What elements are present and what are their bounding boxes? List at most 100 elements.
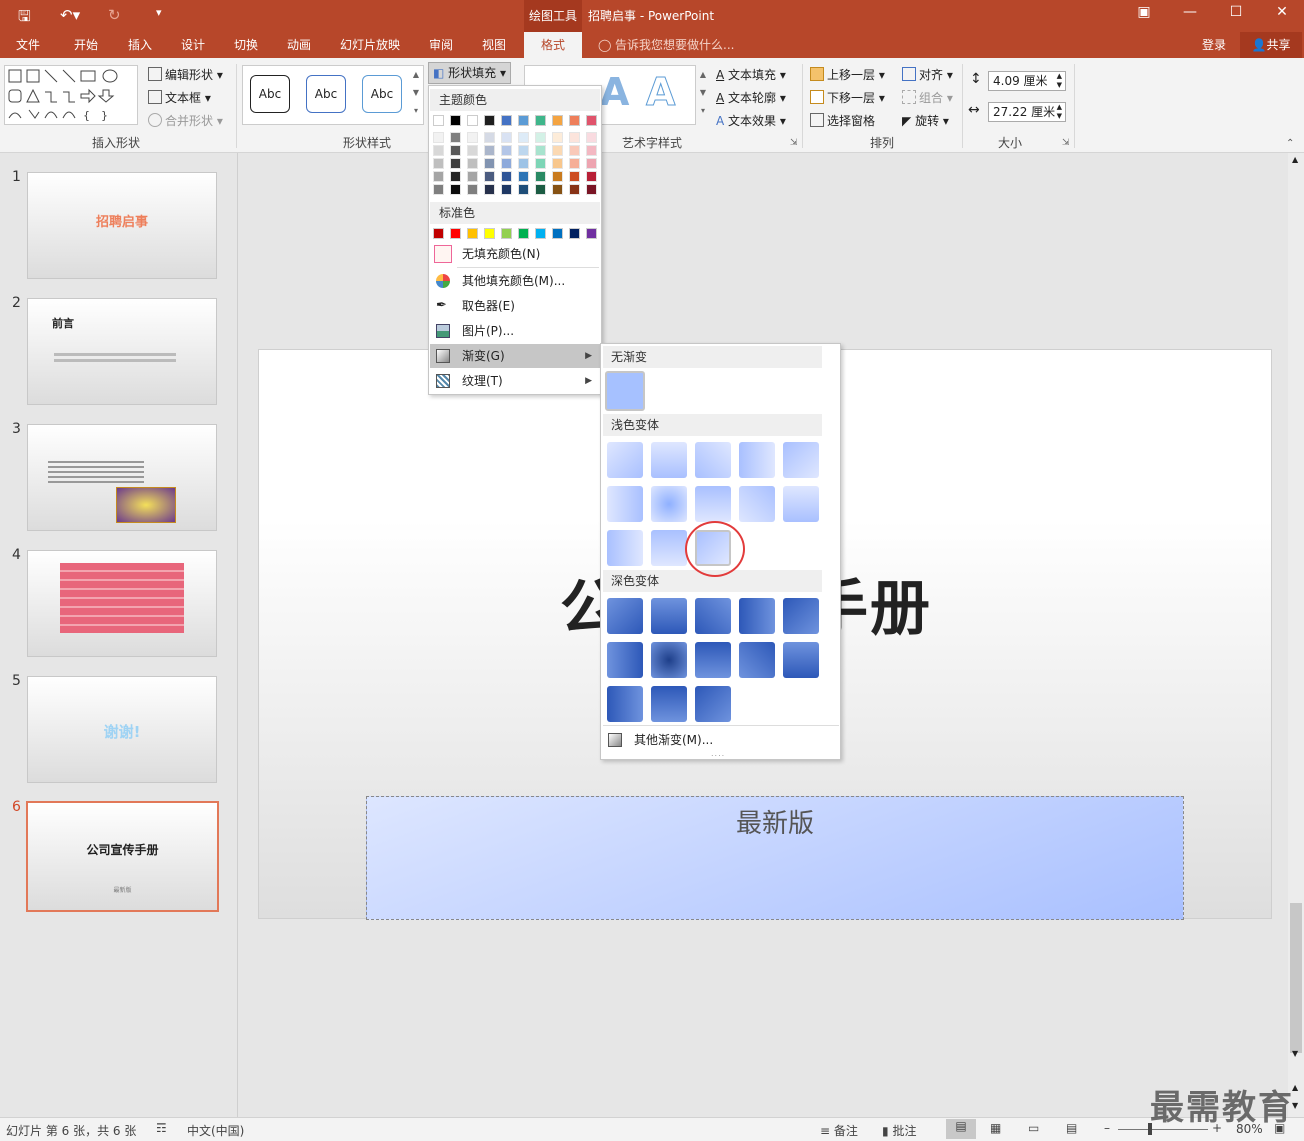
no-gradient-swatch[interactable] — [605, 371, 645, 411]
theme-color-swatch[interactable] — [552, 158, 563, 169]
theme-color-swatch[interactable] — [518, 158, 529, 169]
theme-color-swatch[interactable] — [535, 158, 546, 169]
dark-gradient-swatch[interactable] — [695, 686, 731, 722]
shape-icons[interactable]: {} — [5, 66, 139, 126]
texture-item[interactable]: 纹理(T) ▶ — [430, 369, 600, 393]
tab-design[interactable]: 设计 — [181, 32, 205, 58]
wordart-style-sample-2[interactable]: A — [600, 72, 629, 112]
minimize-icon[interactable]: — — [1178, 4, 1202, 20]
theme-color-swatch[interactable] — [450, 145, 461, 156]
dark-gradient-swatch[interactable] — [783, 642, 819, 678]
theme-color-swatch[interactable] — [484, 132, 495, 143]
text-outline-button[interactable]: A 文本轮廓 ▾ — [716, 89, 786, 106]
eyedropper-item[interactable]: ✒ 取色器(E) — [430, 294, 600, 318]
light-gradient-swatch[interactable] — [739, 442, 775, 478]
theme-color-swatch[interactable] — [518, 115, 529, 126]
theme-color-swatch[interactable] — [433, 158, 444, 169]
theme-color-swatch[interactable] — [467, 145, 478, 156]
theme-color-swatch[interactable] — [518, 184, 529, 195]
notes-button[interactable]: ≡ 备注 — [820, 1122, 858, 1139]
language-indicator[interactable]: 中文(中国) — [187, 1122, 244, 1139]
gallery-scroll[interactable]: ▲ ▼ ▾ — [410, 66, 422, 124]
share-button[interactable]: 👤共享 — [1240, 32, 1302, 58]
standard-color-swatch[interactable] — [501, 228, 512, 239]
theme-color-swatch[interactable] — [467, 184, 478, 195]
spinner-arrows[interactable]: ▲ ▼ — [1057, 72, 1062, 90]
wordart-scroll[interactable]: ▲ ▼ ▾ — [697, 66, 709, 124]
merge-shapes-button[interactable]: 合并形状 ▾ — [148, 112, 223, 129]
theme-color-swatch[interactable] — [433, 171, 444, 182]
theme-color-swatch[interactable] — [586, 184, 597, 195]
light-gradient-swatch[interactable] — [695, 486, 731, 522]
light-gradient-swatch[interactable] — [651, 530, 687, 566]
tab-review[interactable]: 审阅 — [429, 32, 453, 58]
close-icon[interactable]: ✕ — [1270, 4, 1294, 20]
standard-color-swatch[interactable] — [450, 228, 461, 239]
theme-color-swatch[interactable] — [484, 145, 495, 156]
dark-gradient-swatch[interactable] — [739, 598, 775, 634]
scroll-up-icon[interactable]: ▲ — [1292, 155, 1298, 164]
subtitle-placeholder[interactable]: 最新版 — [366, 796, 1184, 920]
light-gradient-swatch[interactable] — [695, 442, 731, 478]
more-fill-colors-item[interactable]: 其他填充颜色(M)... — [430, 269, 600, 293]
standard-color-swatch[interactable] — [467, 228, 478, 239]
theme-color-swatch[interactable] — [433, 132, 444, 143]
tab-animations[interactable]: 动画 — [287, 32, 311, 58]
align-button[interactable]: 对齐 ▾ — [902, 66, 953, 83]
theme-color-swatch[interactable] — [501, 132, 512, 143]
zoom-slider[interactable] — [1118, 1129, 1208, 1130]
dialog-launcher-icon[interactable]: ⇲ — [790, 138, 798, 148]
standard-color-swatch[interactable] — [586, 228, 597, 239]
theme-color-swatch[interactable] — [569, 132, 580, 143]
light-gradient-swatch[interactable] — [607, 486, 643, 522]
tab-slideshow[interactable]: 幻灯片放映 — [340, 32, 400, 58]
ribbon-display-icon[interactable]: ▣ — [1132, 4, 1156, 20]
theme-color-swatch[interactable] — [552, 184, 563, 195]
standard-color-swatch[interactable] — [569, 228, 580, 239]
slide-thumbnail-4[interactable] — [27, 550, 217, 657]
spinner-arrows[interactable]: ▲ ▼ — [1057, 103, 1062, 121]
edit-shape-button[interactable]: 编辑形状 ▾ — [148, 66, 223, 83]
bring-forward-button[interactable]: 上移一层 ▾ — [810, 66, 885, 83]
shape-gallery[interactable]: {} — [4, 65, 138, 125]
redo-icon[interactable]: ↻ — [108, 6, 121, 24]
theme-color-swatch[interactable] — [484, 171, 495, 182]
slide-thumbnail-1[interactable]: 招聘启事 — [27, 172, 217, 279]
selection-pane-button[interactable]: 选择窗格 — [810, 112, 875, 129]
theme-color-swatch[interactable] — [535, 145, 546, 156]
text-effects-button[interactable]: A 文本效果 ▾ — [716, 112, 786, 129]
dark-gradient-swatch[interactable] — [695, 642, 731, 678]
slide-thumbnail-6[interactable]: 公司宣传手册 最新版 — [26, 801, 219, 912]
shape-style-3[interactable]: Abc — [362, 75, 402, 113]
light-gradient-swatch[interactable] — [607, 530, 643, 566]
shape-height-input[interactable]: 4.09 厘米 ▲ ▼ — [988, 71, 1066, 91]
light-gradient-swatch[interactable] — [607, 442, 643, 478]
send-backward-button[interactable]: 下移一层 ▾ — [810, 89, 885, 106]
slide-thumbnail-3[interactable] — [27, 424, 217, 531]
theme-color-swatch[interactable] — [501, 158, 512, 169]
theme-color-swatch[interactable] — [467, 132, 478, 143]
theme-color-swatch[interactable] — [552, 115, 563, 126]
theme-color-swatch[interactable] — [569, 184, 580, 195]
light-gradient-swatch[interactable] — [651, 442, 687, 478]
scroll-thumb[interactable] — [1290, 903, 1302, 1053]
slideshow-icon[interactable]: ▤ — [1066, 1121, 1077, 1135]
theme-color-swatch[interactable] — [501, 184, 512, 195]
dark-gradient-swatch[interactable] — [695, 598, 731, 634]
dark-gradient-swatch[interactable] — [783, 598, 819, 634]
wordart-style-sample[interactable]: A — [645, 72, 675, 113]
tell-me-search[interactable]: 告诉我您想要做什么... — [615, 32, 734, 58]
theme-color-swatch[interactable] — [518, 171, 529, 182]
theme-color-swatch[interactable] — [433, 115, 444, 126]
theme-color-swatch[interactable] — [586, 158, 597, 169]
theme-color-swatch[interactable] — [552, 132, 563, 143]
theme-color-swatch[interactable] — [467, 158, 478, 169]
undo-icon[interactable]: ↶▾ — [60, 6, 80, 24]
gradient-item[interactable]: 渐变(G) ▶ — [430, 344, 600, 368]
theme-color-swatch[interactable] — [535, 184, 546, 195]
standard-color-swatch[interactable] — [535, 228, 546, 239]
size-dialog-launcher-icon[interactable]: ⇲ — [1062, 138, 1070, 148]
tab-format[interactable]: 格式 — [524, 32, 582, 58]
shape-style-2[interactable]: Abc — [306, 75, 346, 113]
theme-color-swatch[interactable] — [586, 145, 597, 156]
